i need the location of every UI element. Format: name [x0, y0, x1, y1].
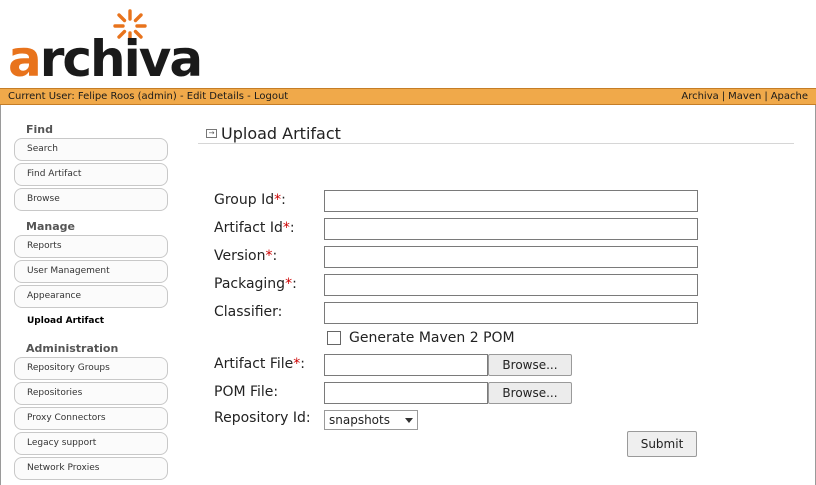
artifact-file-label: Artifact File*:: [214, 356, 306, 372]
pom-file-label: POM File:: [214, 384, 279, 400]
repository-id-select[interactable]: snapshots: [324, 410, 418, 430]
artifact-id-label: Artifact Id*:: [214, 220, 295, 236]
header: archiva: [0, 0, 816, 88]
sidebar-item-user-management[interactable]: User Management: [14, 260, 168, 283]
sidebar-item-find-artifact[interactable]: Find Artifact: [14, 163, 168, 186]
generate-pom-label: Generate Maven 2 POM: [349, 330, 515, 346]
version-input[interactable]: [324, 246, 698, 268]
packaging-label: Packaging*:: [214, 276, 297, 292]
apache-link[interactable]: Apache: [771, 91, 808, 102]
sidebar-section-administration: Administration: [26, 342, 119, 355]
artifact-id-input[interactable]: [324, 218, 698, 240]
edit-details-link[interactable]: Edit Details: [187, 91, 244, 102]
page-heading: → Upload Artifact: [198, 120, 794, 144]
archiva-link[interactable]: Archiva: [681, 91, 718, 102]
packaging-input[interactable]: [324, 274, 698, 296]
group-id-input[interactable]: [324, 190, 698, 212]
sidebar-item-repositories[interactable]: Repositories: [14, 382, 168, 405]
sidebar: Find Search Find Artifact Browse Manage …: [14, 122, 170, 482]
sidebar-item-browse[interactable]: Browse: [14, 188, 168, 211]
sidebar-item-legacy-support[interactable]: Legacy support: [14, 432, 168, 455]
classifier-label: Classifier:: [214, 304, 283, 320]
version-label: Version*:: [214, 248, 278, 264]
maven-link[interactable]: Maven: [728, 91, 761, 102]
user-bar: Current User: Felipe Roos (admin) - Edit…: [0, 88, 816, 105]
repository-id-label: Repository Id:: [214, 410, 311, 426]
sidebar-section-manage: Manage: [26, 220, 75, 233]
sidebar-item-search[interactable]: Search: [14, 138, 168, 161]
pom-file-browse-button[interactable]: Browse...: [488, 382, 572, 404]
submit-button[interactable]: Submit: [627, 431, 697, 457]
sidebar-item-reports[interactable]: Reports: [14, 235, 168, 258]
packaging-row: Packaging*:: [214, 274, 704, 296]
separator: -: [179, 91, 184, 102]
artifact-file-row: Artifact File*: Browse...: [214, 354, 704, 376]
logo-letter-a: a: [8, 30, 42, 88]
classifier-row: Classifier:: [214, 302, 704, 324]
pom-file-input[interactable]: [324, 382, 488, 404]
separator: |: [721, 91, 726, 102]
external-links: Archiva | Maven | Apache: [681, 89, 808, 104]
archiva-logo[interactable]: archiva: [8, 8, 208, 86]
current-user-label: Current User:: [8, 91, 75, 102]
pom-file-row: POM File: Browse...: [214, 382, 704, 404]
repository-id-row: Repository Id: snapshots: [214, 408, 704, 430]
generate-pom-checkbox[interactable]: [327, 331, 341, 345]
sidebar-section-find: Find: [26, 123, 53, 136]
separator: |: [764, 91, 768, 102]
artifact-id-row: Artifact Id*:: [214, 218, 704, 240]
separator: -: [247, 91, 251, 102]
logo-word: rchiva: [39, 30, 203, 88]
sidebar-item-network-proxies[interactable]: Network Proxies: [14, 457, 168, 480]
section-arrow-icon: →: [206, 129, 217, 138]
group-id-label: Group Id*:: [214, 192, 286, 208]
user-info: Current User: Felipe Roos (admin) - Edit…: [8, 89, 288, 104]
main-content: → Upload Artifact: [198, 120, 794, 144]
version-row: Version*:: [214, 246, 704, 268]
repository-id-value: snapshots: [329, 413, 390, 427]
classifier-input[interactable]: [324, 302, 698, 324]
artifact-file-browse-button[interactable]: Browse...: [488, 354, 572, 376]
sidebar-item-upload-artifact[interactable]: Upload Artifact: [14, 310, 168, 333]
sidebar-item-proxy-connectors[interactable]: Proxy Connectors: [14, 407, 168, 430]
current-user-name: Felipe Roos (admin): [77, 91, 177, 102]
chevron-down-icon: [405, 418, 413, 423]
sidebar-item-repository-groups[interactable]: Repository Groups: [14, 357, 168, 380]
logout-link[interactable]: Logout: [254, 91, 288, 102]
group-id-row: Group Id*:: [214, 190, 704, 212]
sidebar-item-appearance[interactable]: Appearance: [14, 285, 168, 308]
page-title: Upload Artifact: [221, 124, 341, 143]
logo-text: archiva: [8, 30, 203, 88]
artifact-file-input[interactable]: [324, 354, 488, 376]
